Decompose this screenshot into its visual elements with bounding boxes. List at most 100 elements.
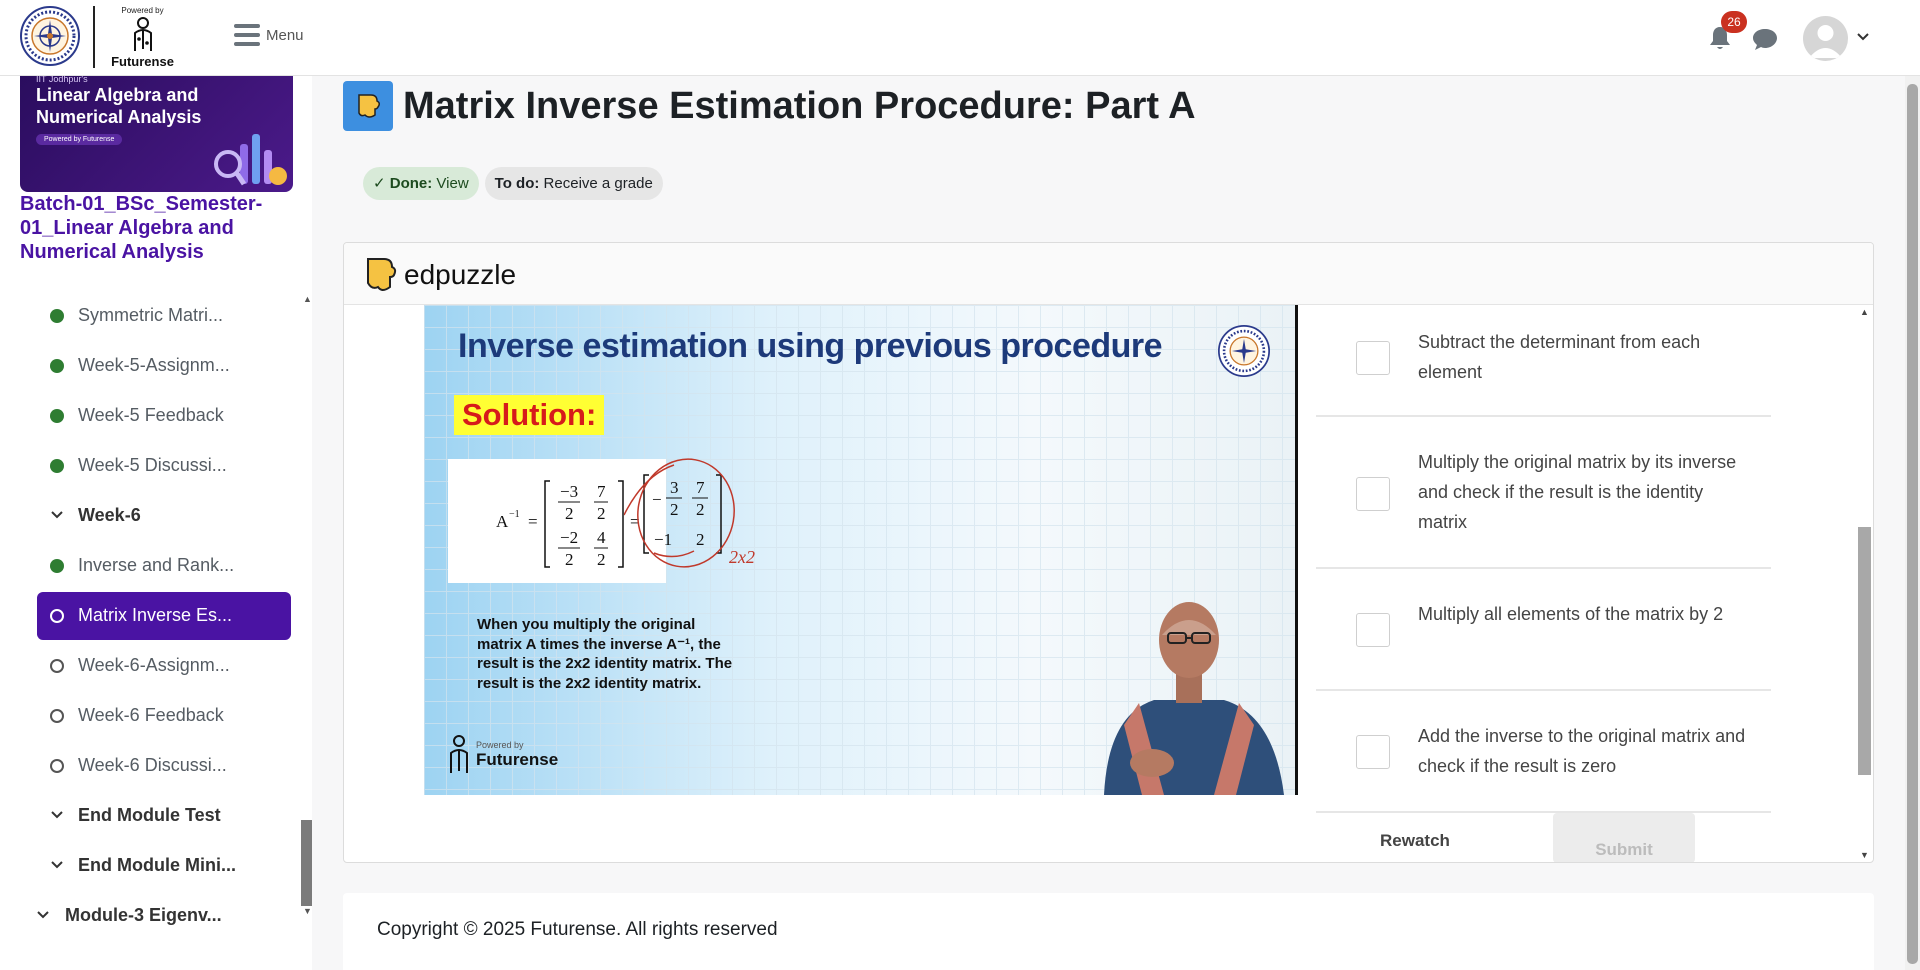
magnifier-chart-illustration [214, 134, 287, 186]
sidebar-item-label: Matrix Inverse Es... [78, 604, 233, 625]
iit-seal-logo[interactable] [20, 6, 80, 66]
hamburger-icon [234, 24, 260, 46]
course-name-link[interactable]: Batch-01_BSc_Semester-01_Linear Algebra … [20, 192, 295, 264]
answer-checkbox[interactable] [1356, 735, 1390, 769]
edpuzzle-header: edpuzzle [344, 243, 1873, 305]
sidebar-module-3[interactable]: Module-3 Eigenv... [0, 890, 300, 940]
presenter-video-figure [1104, 602, 1284, 795]
scroll-up-arrow-icon[interactable]: ▲ [303, 294, 312, 304]
activity-scrollbar-thumb[interactable] [1858, 527, 1871, 775]
slide-futurense-logo: Powered by Futurense [446, 735, 558, 775]
svg-text:2: 2 [565, 550, 574, 569]
chevron-down-icon[interactable] [1856, 30, 1870, 44]
chat-bubble-icon[interactable] [1751, 26, 1779, 52]
lecture-video[interactable]: Inverse estimation using previous proced… [424, 305, 1295, 795]
svg-text:3: 3 [670, 478, 679, 497]
futurense-brand-text: Futurense [111, 54, 174, 69]
incomplete-circle-icon [50, 609, 64, 623]
svg-text:−3: −3 [560, 482, 578, 501]
answer-option-3[interactable]: Multiply all elements of the matrix by 2 [1316, 569, 1771, 691]
slide-solution-label: Solution: [454, 395, 605, 435]
sidebar-section-end-module-test[interactable]: End Module Test [0, 790, 300, 840]
handwritten-matrix-annotation: −32 72 −1 2 [624, 458, 735, 568]
svg-text:−2: −2 [560, 528, 578, 547]
sidebar-item-week5-discussion[interactable]: Week-5 Discussi... [0, 440, 300, 490]
submit-button[interactable]: Submit [1553, 813, 1695, 862]
completed-dot-icon [50, 409, 64, 423]
scroll-down-arrow-icon[interactable]: ▼ [1860, 850, 1869, 860]
rewatch-button[interactable]: Rewatch [1380, 831, 1450, 851]
page-scrollbar[interactable] [1905, 76, 1920, 970]
answer-option-text: Multiply the original matrix by its inve… [1418, 452, 1737, 532]
sidebar-item-label: Week-6 Feedback [78, 704, 224, 725]
sidebar-item-label: Week-6-Assignm... [78, 654, 230, 675]
course-section-list: Symmetric Matri... Week-5-Assignm... Wee… [0, 290, 300, 940]
svg-text:2: 2 [597, 550, 606, 569]
sidebar-item-week6-assignment[interactable]: Week-6-Assignm... [0, 640, 300, 690]
sidebar-scrollbar[interactable]: ▲ ▼ [301, 290, 312, 920]
slide-body-text: When you multiply the original matrix A … [477, 616, 733, 692]
sidebar-item-week6-feedback[interactable]: Week-6 Feedback [0, 690, 300, 740]
answer-option-text: Multiply all elements of the matrix by 2 [1418, 604, 1724, 624]
futurense-figure-icon [450, 735, 468, 773]
svg-text:−1: −1 [509, 509, 520, 520]
edpuzzle-embed: edpuzzle Inverse estimation using previo… [343, 242, 1874, 863]
svg-text:A: A [496, 512, 509, 531]
svg-text:2: 2 [696, 500, 705, 519]
logo-divider [93, 6, 95, 68]
sidebar-item-week5-feedback[interactable]: Week-5 Feedback [0, 390, 300, 440]
iit-seal-logo [1218, 325, 1270, 377]
notification-count-badge: 26 [1721, 11, 1747, 33]
answer-option-2[interactable]: Multiply the original matrix by its inve… [1316, 417, 1771, 569]
svg-text:2: 2 [565, 504, 574, 523]
svg-text:2: 2 [696, 530, 705, 549]
menu-button[interactable]: Menu [234, 24, 304, 46]
copyright-text: Copyright © 2025 Futurense. All rights r… [377, 919, 778, 940]
edpuzzle-logo: edpuzzle [364, 255, 516, 295]
activity-scrollbar[interactable]: ▲ ▼ [1856, 305, 1873, 862]
incomplete-circle-icon [50, 759, 64, 773]
sidebar-item-matrix-inverse-estimation[interactable]: Matrix Inverse Es... [0, 590, 300, 640]
page-footer: Copyright © 2025 Futurense. All rights r… [343, 893, 1874, 970]
chevron-down-icon [37, 911, 49, 919]
sidebar-item-inverse-and-rank[interactable]: Inverse and Rank... [0, 540, 300, 590]
slide-brand-name: Futurense [476, 750, 559, 769]
slide-powered-by: Powered by [476, 740, 524, 750]
answer-option-1[interactable]: Subtract the determinant from each eleme… [1316, 305, 1771, 417]
scroll-down-arrow-icon[interactable]: ▼ [303, 906, 312, 916]
sidebar-section-label: Week-6 [78, 504, 141, 525]
answer-option-4[interactable]: Add the inverse to the original matrix a… [1316, 691, 1771, 813]
powered-by-text: Powered by [121, 6, 164, 15]
edpuzzle-activity-icon [343, 81, 393, 131]
chevron-down-icon [51, 811, 63, 819]
sidebar-section-label: End Module Mini... [78, 854, 236, 875]
user-avatar[interactable] [1803, 16, 1848, 61]
banner-subtitle: IIT Jodhpur's [36, 76, 88, 84]
sidebar-item-week6-discussion[interactable]: Week-6 Discussi... [0, 740, 300, 790]
answer-checkbox[interactable] [1356, 477, 1390, 511]
sidebar-item-label: Symmetric Matri... [78, 304, 224, 325]
scroll-up-arrow-icon[interactable]: ▲ [1860, 307, 1869, 317]
completed-dot-icon [50, 559, 64, 573]
user-silhouette-icon [1809, 25, 1842, 58]
answer-checkbox[interactable] [1356, 613, 1390, 647]
top-navbar: Powered by Futurense Menu 26 [0, 0, 1920, 76]
edpuzzle-puzzle-icon [367, 258, 397, 291]
incomplete-circle-icon [50, 659, 64, 673]
answer-checkbox[interactable] [1356, 341, 1390, 375]
svg-text:7: 7 [597, 482, 606, 501]
futurense-figure-icon [133, 17, 152, 51]
sidebar-item-symmetric-matrices[interactable]: Symmetric Matri... [0, 290, 300, 340]
sidebar-section-week6[interactable]: Week-6 [0, 490, 300, 540]
sidebar-item-week5-assignment[interactable]: Week-5-Assignm... [0, 340, 300, 390]
svg-text:2x2: 2x2 [729, 547, 755, 567]
sidebar-section-end-module-mini[interactable]: End Module Mini... [0, 840, 300, 890]
svg-text:4: 4 [597, 528, 606, 547]
sidebar-scrollbar-thumb[interactable] [301, 820, 312, 906]
futurense-logo[interactable]: Powered by Futurense [105, 6, 180, 72]
check-icon: ✓ [373, 175, 386, 192]
completed-dot-icon [50, 459, 64, 473]
edpuzzle-logo-text: edpuzzle [404, 259, 517, 290]
page-scrollbar-thumb[interactable] [1907, 84, 1918, 964]
question-options-panel: Subtract the determinant from each eleme… [1316, 305, 1771, 813]
